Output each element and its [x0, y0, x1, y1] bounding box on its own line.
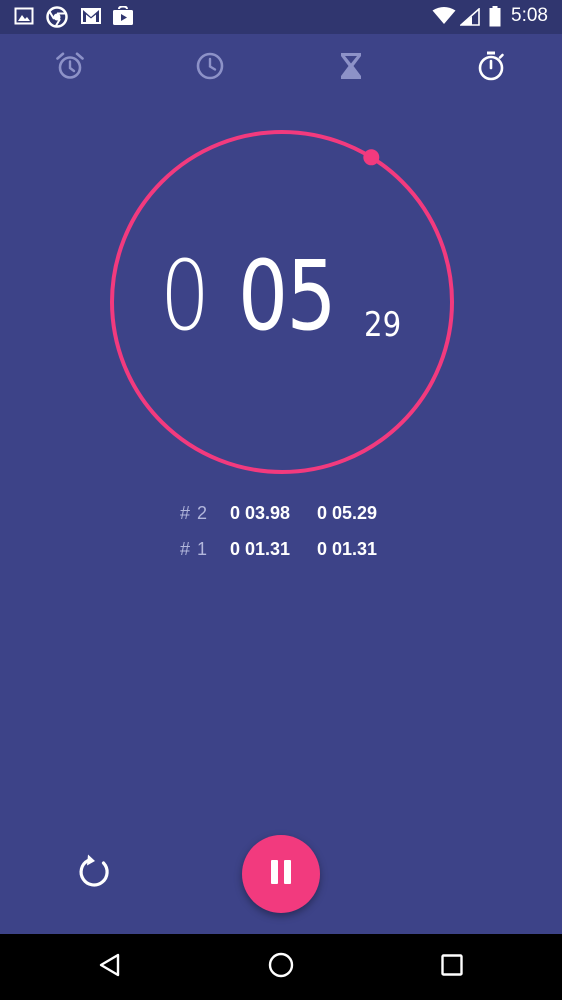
recents-icon [440, 953, 464, 982]
reset-icon [74, 852, 114, 897]
reset-button[interactable] [66, 846, 122, 902]
elapsed-seconds: 05 [238, 240, 337, 352]
chrome-icon [46, 6, 68, 33]
dial-progress-marker [363, 149, 380, 166]
home-icon [267, 951, 295, 984]
tab-stopwatch[interactable] [421, 34, 561, 102]
lap-time: 0 01.31 [230, 539, 291, 559]
tab-bar [0, 34, 562, 102]
hourglass-icon [337, 51, 365, 86]
lap-time: 0 03.98 [230, 503, 291, 523]
lap-list: # 2 0 03.98 0 05.29 # 1 0 01.31 0 01.31 [0, 497, 562, 569]
tab-clock[interactable] [140, 34, 280, 102]
tab-timer[interactable] [281, 34, 421, 102]
lap-row: # 1 0 01.31 0 01.31 [0, 533, 562, 569]
elapsed-minutes: 0 [160, 240, 210, 352]
home-button[interactable] [261, 947, 301, 987]
stopwatch-screen: 5:08 0 05 29 # 2 0 03.98 0 05.29 # 1 0 0… [0, 0, 562, 1000]
image-icon [14, 6, 34, 31]
status-bar: 5:08 [0, 0, 562, 34]
stopwatch-icon [475, 50, 507, 87]
back-icon [97, 952, 123, 983]
lap-number: # 1 [180, 539, 209, 559]
lap-row: # 2 0 03.98 0 05.29 [0, 497, 562, 533]
play-store-icon [112, 5, 134, 31]
back-button[interactable] [90, 947, 130, 987]
gmail-icon [80, 6, 102, 31]
navigation-bar [0, 934, 562, 1000]
clock-icon [194, 50, 226, 87]
wifi-icon [432, 7, 456, 30]
tab-alarm[interactable] [0, 34, 140, 102]
elapsed-hundredths: 29 [364, 305, 402, 345]
pause-icon [267, 858, 295, 891]
battery-icon [489, 6, 501, 32]
elapsed-time: 0 05 29 [0, 248, 562, 358]
lap-total-time: 0 01.31 [317, 539, 378, 559]
status-time: 5:08 [511, 5, 548, 26]
pause-button[interactable] [242, 835, 320, 913]
lap-number: # 2 [180, 503, 209, 523]
alarm-icon [54, 50, 86, 87]
recents-button[interactable] [432, 947, 472, 987]
signal-icon [458, 7, 480, 31]
lap-total-time: 0 05.29 [317, 503, 378, 523]
